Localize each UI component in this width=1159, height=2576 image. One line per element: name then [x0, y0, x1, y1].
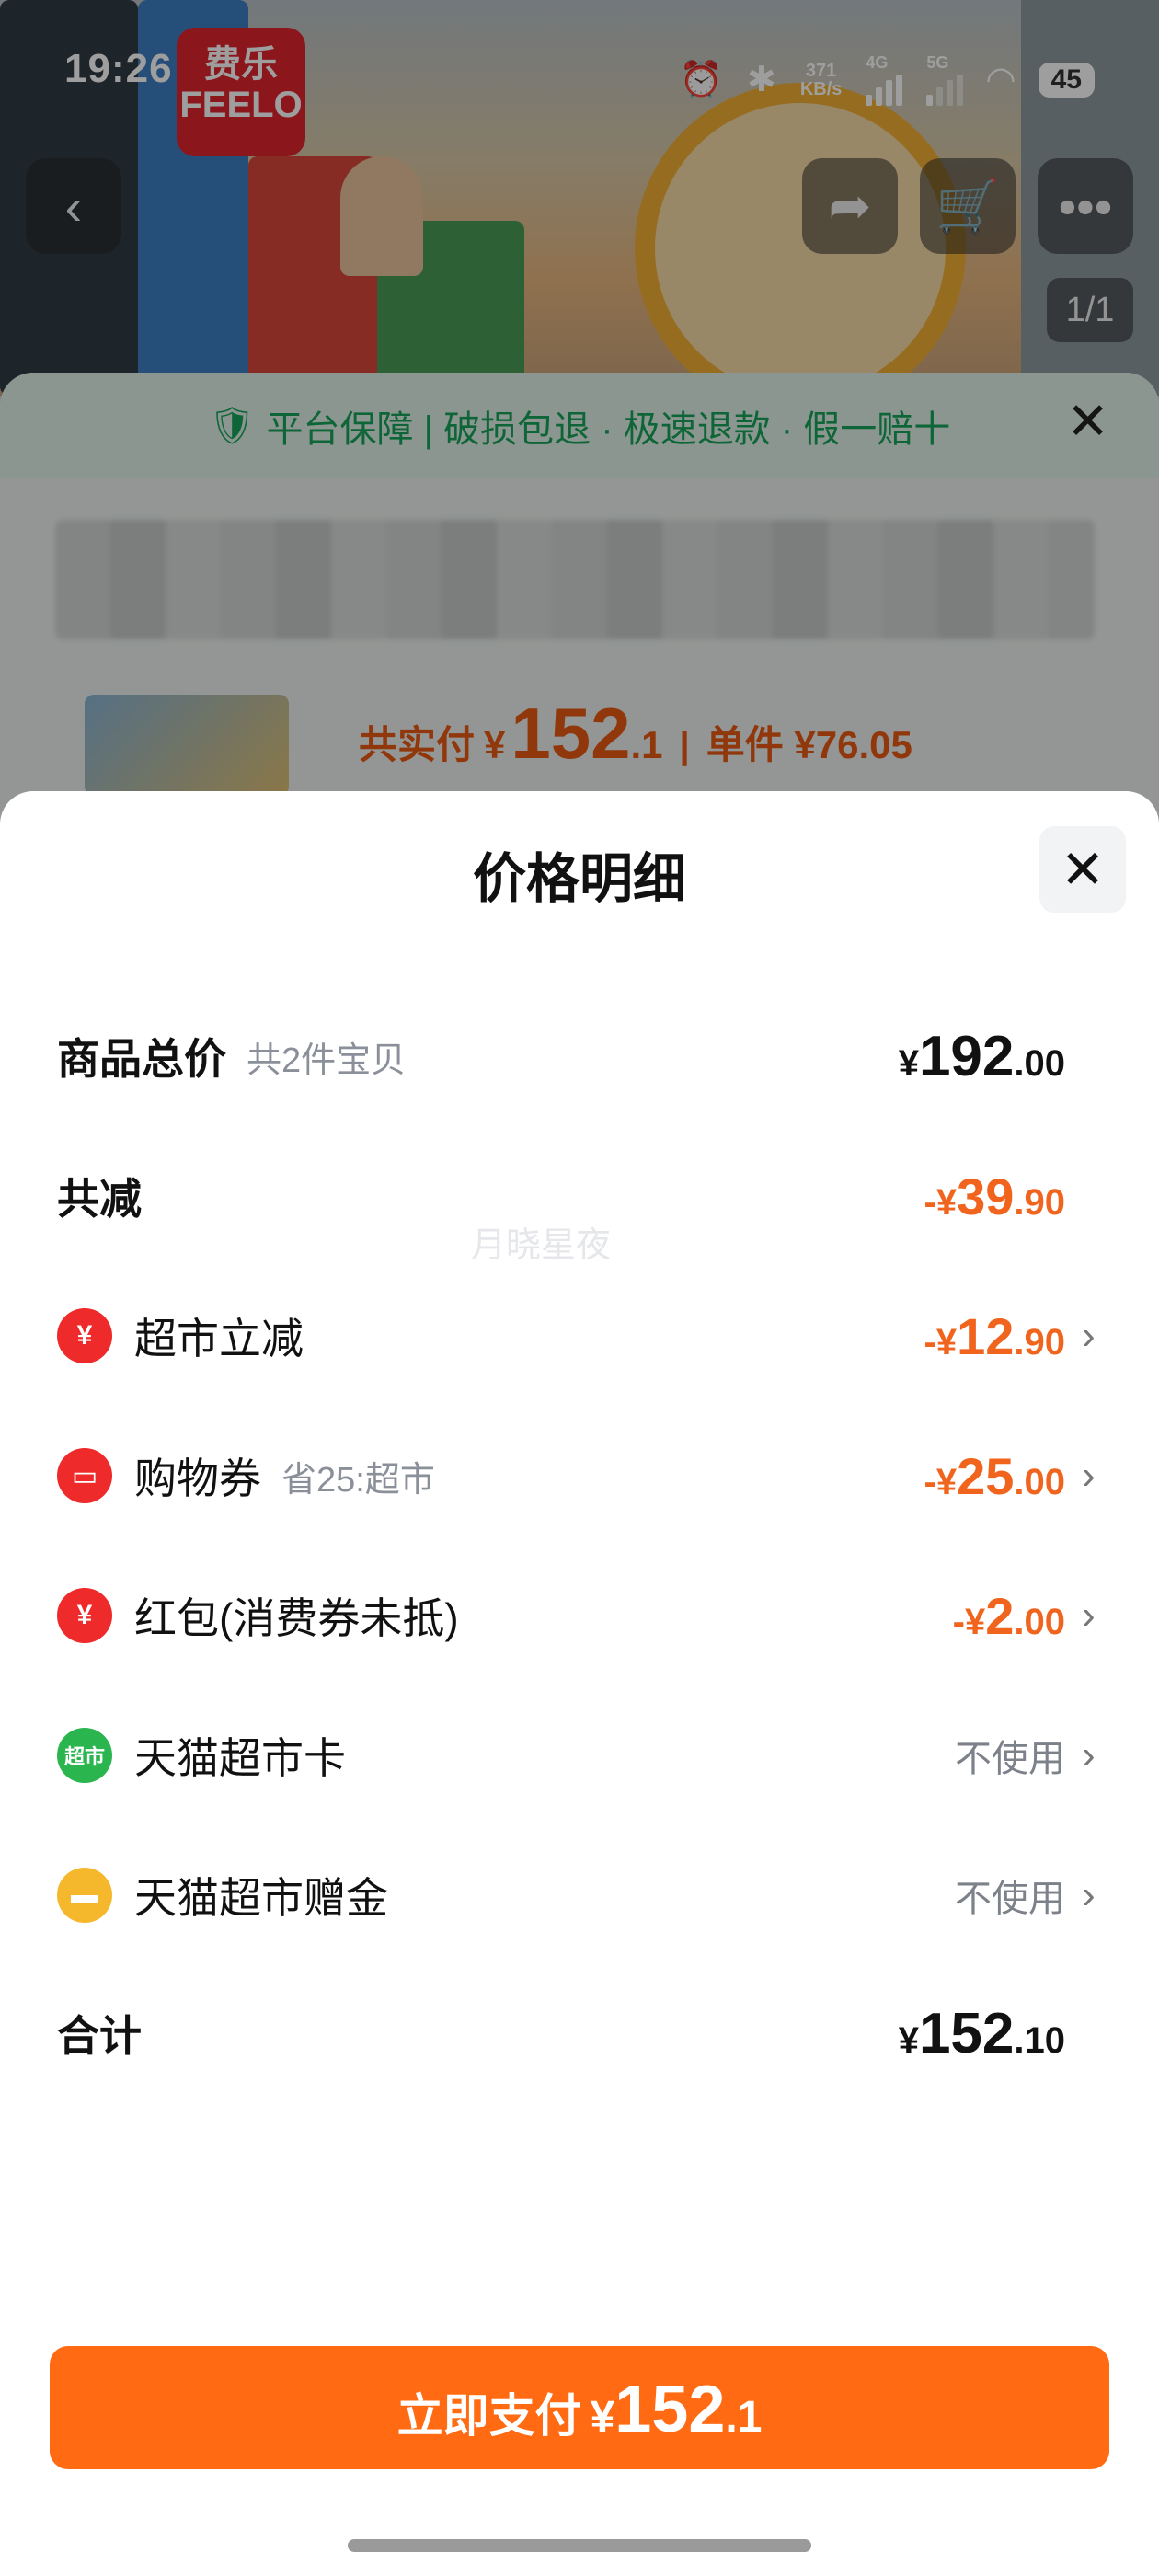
- close-icon: ✕: [1060, 840, 1106, 900]
- amount-currency: ¥: [898, 2019, 919, 2061]
- row-value: -¥ 25 .00 ›: [924, 1446, 1102, 1506]
- amount-currency: ¥: [898, 1042, 919, 1084]
- amount-dec: .00: [1014, 1601, 1065, 1642]
- amount-int: 192: [918, 1024, 1015, 1088]
- amount: -¥ 39 .90: [924, 1167, 1065, 1226]
- chevron-right-icon: ›: [1082, 1872, 1096, 1917]
- row-value: ¥ 152 .10: [899, 2001, 1102, 2066]
- modal-title: 价格明细: [472, 849, 686, 909]
- chevron-right-icon: ›: [1082, 1453, 1096, 1498]
- row-label: 天猫超市卡: [134, 1734, 346, 1782]
- ticket-icon: ▭: [57, 1448, 112, 1503]
- row-label: 合计: [57, 2012, 142, 2060]
- row-tmall-gift[interactable]: ▬ 天猫超市赠金 不使用 ›: [57, 1849, 1102, 1941]
- pay-button-label: 立即支付: [396, 2390, 581, 2442]
- row-label: 共减: [57, 1175, 142, 1223]
- amount: -¥ 25 .00: [924, 1446, 1065, 1506]
- amount-int: 12: [957, 1306, 1015, 1365]
- row-shopping-coupon[interactable]: ▭ 购物券 省25:超市 -¥ 25 .00 ›: [57, 1430, 1102, 1522]
- row-red-packet[interactable]: ¥ 红包(消费券未抵) -¥ 2 .00 ›: [57, 1570, 1102, 1662]
- row-total-goods: 商品总价 共2件宝贝 ¥ 192 .00: [57, 1010, 1102, 1102]
- row-value: 不使用 ›: [955, 1729, 1102, 1782]
- amount-currency: -¥: [924, 1321, 958, 1363]
- row-label: 商品总价: [57, 1035, 226, 1083]
- amount: ¥ 192 .00: [899, 1024, 1065, 1089]
- amount: -¥ 12 .90: [924, 1306, 1065, 1366]
- row-value: 不使用 ›: [955, 1869, 1102, 1922]
- chevron-right-icon: ›: [1082, 1732, 1096, 1777]
- row-label: 购物券: [134, 1455, 261, 1502]
- amount-dec: .00: [1014, 1461, 1065, 1502]
- row-label: 超市立减: [134, 1315, 304, 1363]
- tmall-supermarket-card-icon: 超市: [57, 1728, 112, 1783]
- row-total-discount: 共减 -¥ 39 .90: [57, 1150, 1102, 1242]
- row-grand-total: 合计 ¥ 152 .10: [57, 1987, 1102, 2079]
- amount-int: 2: [985, 1586, 1015, 1645]
- home-indicator[interactable]: [348, 2539, 811, 2552]
- row-sub: 共2件宝贝: [247, 1041, 407, 1080]
- amount-currency: -¥: [952, 1601, 986, 1642]
- pay-button-currency: ¥: [590, 2393, 615, 2442]
- amount-int: 152: [918, 2001, 1015, 2065]
- row-value: ¥ 192 .00: [899, 1024, 1102, 1089]
- amount: -¥ 2 .00: [953, 1586, 1065, 1646]
- row-tmall-card[interactable]: 超市 天猫超市卡 不使用 ›: [57, 1709, 1102, 1801]
- amount-int: 25: [957, 1446, 1015, 1505]
- row-label: 天猫超市赠金: [134, 1874, 388, 1922]
- row-status: 不使用: [955, 1879, 1065, 1919]
- chevron-right-icon: ›: [1082, 1593, 1096, 1638]
- pay-now-button[interactable]: 立即支付 ¥ 152 .1: [50, 2346, 1109, 2469]
- row-status: 不使用: [955, 1739, 1065, 1779]
- row-value: -¥ 2 .00 ›: [953, 1586, 1102, 1646]
- close-button[interactable]: ✕: [1039, 826, 1126, 913]
- amount-currency: -¥: [924, 1461, 958, 1502]
- amount-dec: .90: [1014, 1321, 1065, 1363]
- row-value: -¥ 39 .90: [924, 1167, 1102, 1226]
- amount-currency: -¥: [924, 1181, 958, 1223]
- wallet-icon: ▬: [57, 1868, 112, 1923]
- amount-int: 39: [957, 1167, 1015, 1225]
- pay-button-int: 152: [614, 2373, 726, 2446]
- chevron-right-icon: ›: [1082, 1313, 1096, 1358]
- amount-dec: .00: [1014, 1042, 1065, 1084]
- row-label: 红包(消费券未抵): [134, 1594, 459, 1642]
- price-detail-sheet: 价格明细 ✕ 月晓星夜 商品总价 共2件宝贝 ¥ 192 .00 共减 -¥ 3…: [0, 791, 1159, 2576]
- amount-dec: .90: [1014, 1181, 1065, 1223]
- amount: ¥ 152 .10: [899, 2001, 1065, 2066]
- red-packet-icon: ¥: [57, 1588, 112, 1643]
- row-supermarket-cut[interactable]: ¥ 超市立减 -¥ 12 .90 ›: [57, 1290, 1102, 1382]
- row-value: -¥ 12 .90 ›: [924, 1306, 1102, 1366]
- pay-button-dec: .1: [725, 2393, 763, 2442]
- row-sub: 省25:超市: [281, 1460, 435, 1500]
- yuan-discount-icon: ¥: [57, 1308, 112, 1363]
- amount-dec: .10: [1014, 2019, 1065, 2061]
